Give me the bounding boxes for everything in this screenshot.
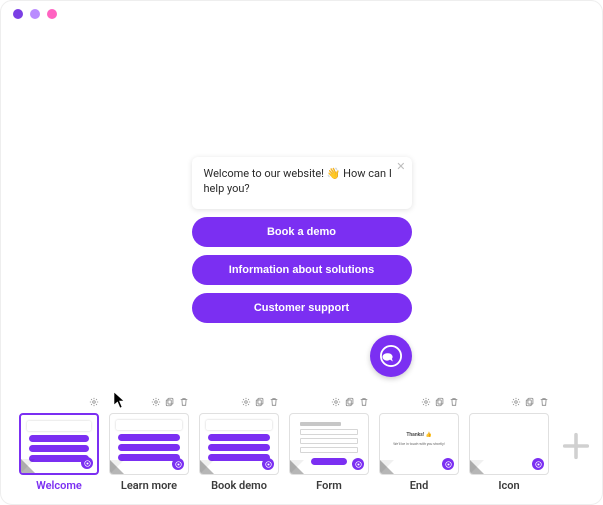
chat-greeting-bubble: ✕ Welcome to our website! 👋 How can I he… bbox=[192, 157, 412, 209]
screen-thumbnail-icon[interactable] bbox=[469, 413, 549, 475]
screen-label: Form bbox=[316, 479, 342, 492]
copy-icon[interactable] bbox=[435, 397, 445, 407]
gear-icon[interactable] bbox=[89, 397, 99, 407]
screen-item-end: Thanks! 👍 We'll be in touch with you sho… bbox=[379, 397, 459, 492]
gear-icon[interactable] bbox=[421, 397, 431, 407]
close-icon[interactable]: ✕ bbox=[396, 161, 405, 172]
copy-icon[interactable] bbox=[165, 397, 175, 407]
end-title: Thanks! 👍 bbox=[380, 432, 458, 438]
trash-icon[interactable] bbox=[269, 397, 279, 407]
trash-icon[interactable] bbox=[449, 397, 459, 407]
screen-item-book-demo: Book demo bbox=[199, 397, 279, 492]
copy-icon[interactable] bbox=[525, 397, 535, 407]
gear-icon[interactable] bbox=[331, 397, 341, 407]
end-subtitle: We'll be in touch with you shortly! bbox=[380, 442, 458, 446]
screen-label: Book demo bbox=[211, 479, 267, 492]
screens-row: Welcome Learn more bbox=[1, 397, 602, 492]
window-dot-zoom[interactable] bbox=[47, 9, 57, 19]
screen-thumbnail-form[interactable] bbox=[289, 413, 369, 475]
chat-option-book-demo[interactable]: Book a demo bbox=[192, 217, 412, 247]
trash-icon[interactable] bbox=[179, 397, 189, 407]
app-window: ✕ Welcome to our website! 👋 How can I he… bbox=[0, 0, 603, 505]
screen-item-icon: Icon bbox=[469, 397, 549, 492]
window-titlebar bbox=[1, 1, 602, 27]
copy-icon[interactable] bbox=[255, 397, 265, 407]
trash-icon[interactable] bbox=[539, 397, 549, 407]
screen-thumbnail-book-demo[interactable] bbox=[199, 413, 279, 475]
add-screen-button[interactable] bbox=[559, 409, 593, 483]
trash-icon[interactable] bbox=[359, 397, 369, 407]
chat-bubble-icon bbox=[380, 345, 402, 367]
window-dot-minimize[interactable] bbox=[30, 9, 40, 19]
chat-option-info-solutions[interactable]: Information about solutions bbox=[192, 255, 412, 285]
screen-label: Welcome bbox=[36, 479, 82, 492]
chat-widget: ✕ Welcome to our website! 👋 How can I he… bbox=[192, 157, 412, 377]
preview-canvas: ✕ Welcome to our website! 👋 How can I he… bbox=[1, 27, 602, 397]
copy-icon[interactable] bbox=[345, 397, 355, 407]
chat-greeting-text: Welcome to our website! 👋 How can I help… bbox=[204, 167, 392, 195]
gear-icon[interactable] bbox=[241, 397, 251, 407]
chat-option-customer-support[interactable]: Customer support bbox=[192, 293, 412, 323]
plus-icon bbox=[559, 429, 593, 463]
screen-item-welcome: Welcome bbox=[19, 397, 99, 492]
screen-label: Learn more bbox=[121, 479, 177, 492]
gear-icon[interactable] bbox=[511, 397, 521, 407]
screen-thumbnail-learn-more[interactable] bbox=[109, 413, 189, 475]
screen-thumbnail-end[interactable]: Thanks! 👍 We'll be in touch with you sho… bbox=[379, 413, 459, 475]
chat-launcher-button[interactable] bbox=[370, 335, 412, 377]
screen-label: Icon bbox=[498, 479, 519, 492]
window-dot-close[interactable] bbox=[13, 9, 23, 19]
screen-thumbnail-welcome[interactable] bbox=[19, 413, 99, 475]
screen-label: End bbox=[410, 479, 429, 492]
screen-item-form: Form bbox=[289, 397, 369, 492]
screen-item-learn-more: Learn more bbox=[109, 397, 189, 492]
gear-icon[interactable] bbox=[151, 397, 161, 407]
